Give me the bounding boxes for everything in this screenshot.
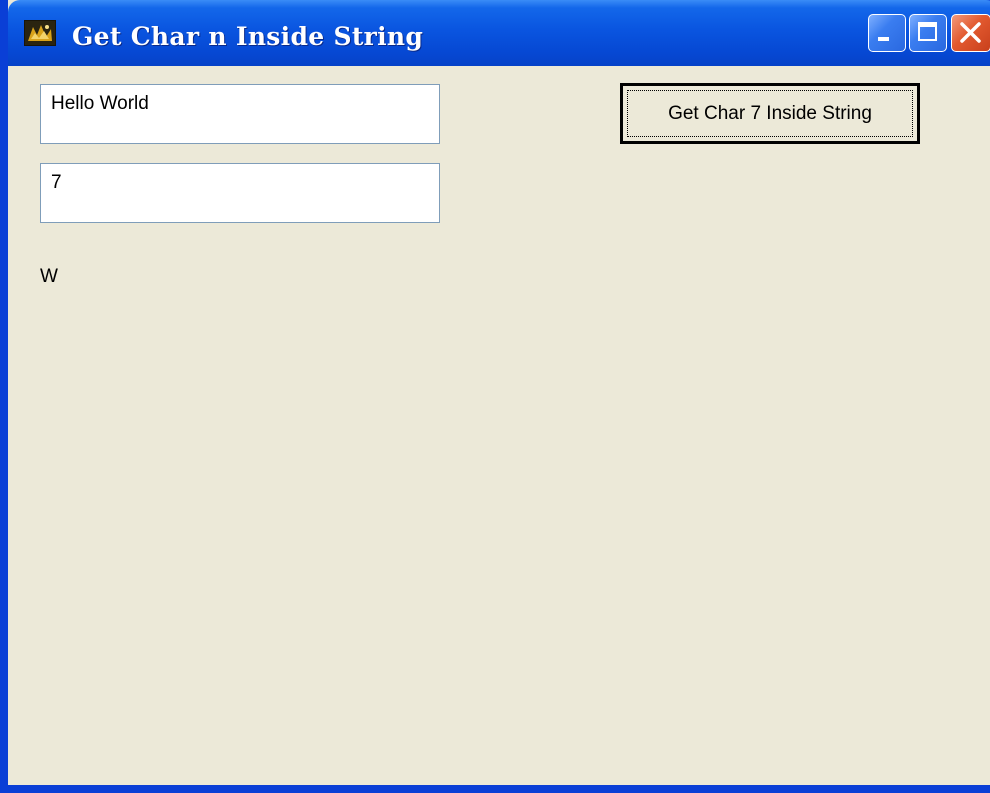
- index-input[interactable]: 7: [40, 163, 440, 223]
- client-area: Hello World 7 W Get Char 7 Inside String: [16, 66, 990, 785]
- string-input[interactable]: Hello World: [40, 84, 440, 144]
- maximize-icon: [918, 22, 937, 41]
- get-char-button-label: Get Char 7 Inside String: [627, 90, 913, 137]
- get-char-button[interactable]: Get Char 7 Inside String: [620, 83, 920, 144]
- minimize-icon: [878, 37, 889, 41]
- title-bar[interactable]: Get Char n Inside String: [8, 0, 990, 66]
- app-window: Get Char n Inside String Hello World 7 W…: [0, 0, 990, 793]
- app-icon[interactable]: [24, 20, 56, 46]
- result-label: W: [40, 266, 58, 287]
- maximize-button[interactable]: [909, 14, 947, 52]
- window-title: Get Char n Inside String: [72, 22, 424, 51]
- minimize-button[interactable]: [868, 14, 906, 52]
- close-icon: [960, 22, 981, 43]
- close-button[interactable]: [951, 14, 990, 52]
